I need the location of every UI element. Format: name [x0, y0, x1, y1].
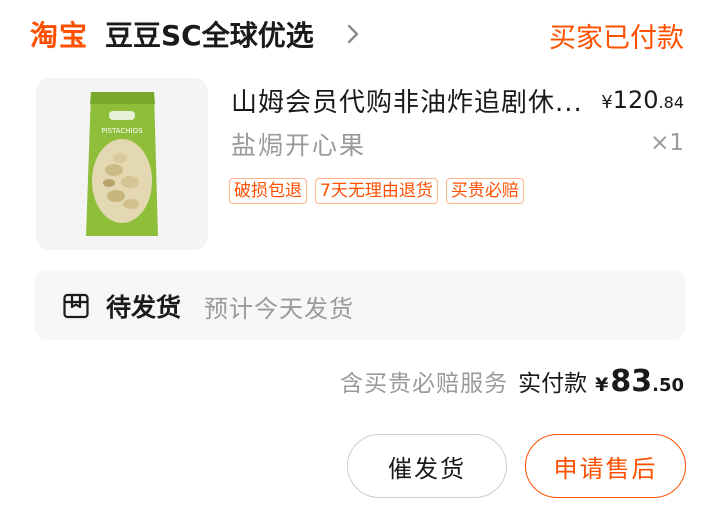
package-icon [63, 293, 89, 319]
service-tag: 买贵必赔 [445, 178, 524, 204]
product-thumbnail[interactable]: PISTACHIOS [36, 78, 208, 250]
price-currency: ¥ [601, 92, 613, 113]
pistachio-bag-image: PISTACHIOS [36, 78, 208, 250]
unit-price: ¥120.84 [601, 86, 684, 114]
payment-label: 实付款 [518, 371, 588, 397]
shipping-status-label: 待发货 [106, 293, 182, 322]
payment-currency: ¥ [595, 374, 609, 396]
payment-summary: 含买贵必赔服务 实付款 ¥83.50 [340, 364, 684, 399]
price-integer: 120 [612, 86, 659, 114]
chevron-right-icon[interactable] [344, 22, 362, 46]
order-status-label: 买家已付款 [549, 23, 684, 54]
shipping-status-panel[interactable]: 待发货 预计今天发货 [34, 270, 686, 340]
payment-amount-decimal: .50 [652, 375, 684, 396]
shipping-estimate: 预计今天发货 [204, 295, 354, 323]
taobao-logo: 淘宝 [30, 19, 89, 52]
price-decimal: .84 [658, 93, 684, 112]
request-aftersale-button[interactable]: 申请售后 [525, 434, 686, 498]
service-tag: 破损包退 [229, 178, 307, 204]
product-title[interactable]: 山姆会员代购非油炸追剧休... [231, 82, 587, 119]
bag-label-text: PISTACHIOS [101, 127, 143, 135]
order-header: 淘宝 豆豆SC全球优选 买家已付款 [0, 0, 720, 64]
remind-shipping-button[interactable]: 催发货 [347, 434, 507, 498]
service-tags: 破损包退 7天无理由退货 买贵必赔 [229, 178, 524, 204]
payment-service-note: 含买贵必赔服务 [340, 371, 509, 397]
service-tag: 7天无理由退货 [315, 178, 438, 204]
payment-amount-integer: 83 [610, 364, 653, 399]
shop-name-link[interactable]: 豆豆SC全球优选 [105, 14, 314, 54]
product-spec: 盐焗开心果 [231, 131, 367, 160]
quantity-label: ×1 [650, 130, 684, 156]
